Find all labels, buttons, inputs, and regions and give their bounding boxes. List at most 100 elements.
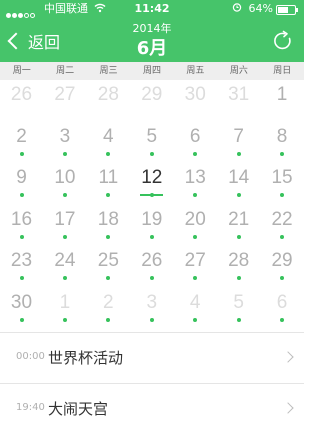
event-dot — [193, 193, 198, 197]
day-number: 8 — [276, 125, 288, 147]
battery-percentage: 64% — [248, 2, 273, 15]
calendar-day[interactable]: 6 — [174, 122, 217, 163]
day-number: 17 — [54, 208, 76, 230]
event-time: 19:40 — [16, 402, 45, 413]
calendar-day[interactable]: 15 — [261, 163, 304, 204]
day-number: 24 — [54, 250, 76, 271]
day-number: 3 — [146, 291, 158, 313]
event-dot — [236, 234, 241, 239]
day-number: 15 — [271, 167, 293, 188]
day-number: 30 — [184, 84, 206, 105]
calendar-day[interactable]: 4 — [174, 288, 217, 329]
event-dot — [280, 317, 285, 322]
calendar-day[interactable]: 17 — [43, 205, 86, 246]
event-dot — [106, 193, 111, 197]
day-number: 29 — [271, 250, 293, 271]
day-number: 3 — [59, 125, 71, 147]
event-dot — [19, 193, 24, 197]
calendar-day[interactable]: 26 — [0, 80, 43, 121]
event-dot — [62, 193, 67, 197]
event-dot — [19, 234, 24, 239]
event-dot — [149, 317, 154, 322]
day-number: 1 — [276, 84, 288, 105]
day-number: 29 — [141, 84, 163, 105]
event-dot — [193, 317, 198, 322]
calendar-day[interactable]: 7 — [217, 122, 260, 163]
calendar-day[interactable]: 14 — [217, 163, 260, 204]
calendar-day[interactable]: 3 — [43, 122, 86, 163]
event-row[interactable]: 19:40 大闹天宫 — [0, 383, 304, 434]
calendar-day[interactable]: 29 — [261, 246, 304, 287]
calendar-day[interactable]: 1 — [43, 288, 86, 329]
event-dot — [280, 193, 285, 197]
event-row[interactable]: 00:00 世界杯活动 — [0, 332, 304, 383]
day-number: 27 — [184, 250, 206, 271]
calendar-day[interactable]: 23 — [0, 246, 43, 287]
calendar-day[interactable]: 18 — [87, 205, 130, 246]
calendar-day[interactable]: 21 — [217, 205, 260, 246]
calendar-day-today[interactable]: 12 — [130, 163, 173, 204]
event-dot — [106, 234, 111, 239]
event-dot — [236, 276, 241, 280]
calendar-day[interactable]: 20 — [174, 205, 217, 246]
day-number: 4 — [189, 291, 201, 313]
alarm-icon — [232, 0, 242, 18]
calendar-day[interactable]: 16 — [0, 205, 43, 246]
chevron-right-icon — [282, 351, 294, 363]
calendar-day[interactable]: 10 — [43, 163, 86, 204]
day-number: 16 — [10, 208, 33, 230]
event-dot — [236, 193, 241, 197]
calendar-day[interactable]: 4 — [87, 122, 130, 163]
calendar-day[interactable]: 9 — [0, 163, 43, 204]
calendar-day[interactable]: 1 — [261, 80, 304, 121]
event-list: 00:00 世界杯活动 19:40 大闹天宫 — [0, 332, 304, 434]
calendar-day[interactable]: 2 — [87, 288, 130, 329]
day-number: 11 — [98, 167, 119, 188]
calendar-day[interactable]: 29 — [130, 80, 173, 121]
calendar-day[interactable]: 31 — [217, 80, 260, 121]
day-number: 27 — [54, 84, 76, 105]
calendar-day[interactable]: 6 — [261, 288, 304, 329]
day-number: 26 — [141, 250, 163, 271]
day-number: 19 — [141, 208, 163, 230]
calendar-day[interactable]: 3 — [130, 288, 173, 329]
event-time: 00:00 — [16, 351, 45, 362]
calendar-day[interactable]: 25 — [87, 246, 130, 287]
day-number: 12 — [141, 167, 163, 188]
event-dot — [19, 276, 24, 280]
calendar-day[interactable]: 5 — [217, 288, 260, 329]
calendar-day[interactable]: 27 — [43, 80, 86, 121]
day-number: 2 — [16, 125, 27, 147]
event-title: 大闹天宫 — [48, 400, 109, 418]
event-dot — [62, 317, 67, 322]
calendar-day[interactable]: 28 — [87, 80, 130, 121]
event-dot — [236, 317, 241, 322]
refresh-button[interactable] — [272, 30, 294, 52]
day-number: 18 — [97, 208, 119, 230]
calendar-day[interactable]: 22 — [261, 205, 304, 246]
calendar-day[interactable]: 19 — [130, 205, 173, 246]
day-number: 26 — [10, 84, 33, 105]
calendar-day[interactable]: 30 — [174, 80, 217, 121]
weekday-label: 周五 — [186, 66, 205, 76]
event-title: 世界杯活动 — [48, 349, 124, 367]
calendar-day[interactable]: 30 — [0, 288, 43, 329]
calendar-day[interactable]: 5 — [130, 122, 173, 163]
calendar-day[interactable]: 13 — [174, 163, 217, 204]
event-dot — [193, 276, 198, 280]
calendar-day[interactable]: 2 — [0, 122, 43, 163]
calendar-day[interactable]: 24 — [43, 246, 86, 287]
event-dot — [62, 234, 67, 239]
day-number: 20 — [184, 208, 206, 230]
calendar-day[interactable]: 8 — [261, 122, 304, 163]
calendar-day[interactable]: 11 — [87, 163, 130, 204]
calendar-day[interactable]: 26 — [130, 246, 173, 287]
day-number: 6 — [276, 291, 288, 313]
day-number: 21 — [228, 208, 250, 230]
event-dot — [62, 151, 67, 156]
calendar-day[interactable]: 27 — [174, 246, 217, 287]
event-dot — [193, 234, 198, 239]
calendar-day[interactable]: 28 — [217, 246, 260, 287]
day-number: 22 — [271, 208, 293, 230]
day-number: 5 — [233, 291, 244, 313]
